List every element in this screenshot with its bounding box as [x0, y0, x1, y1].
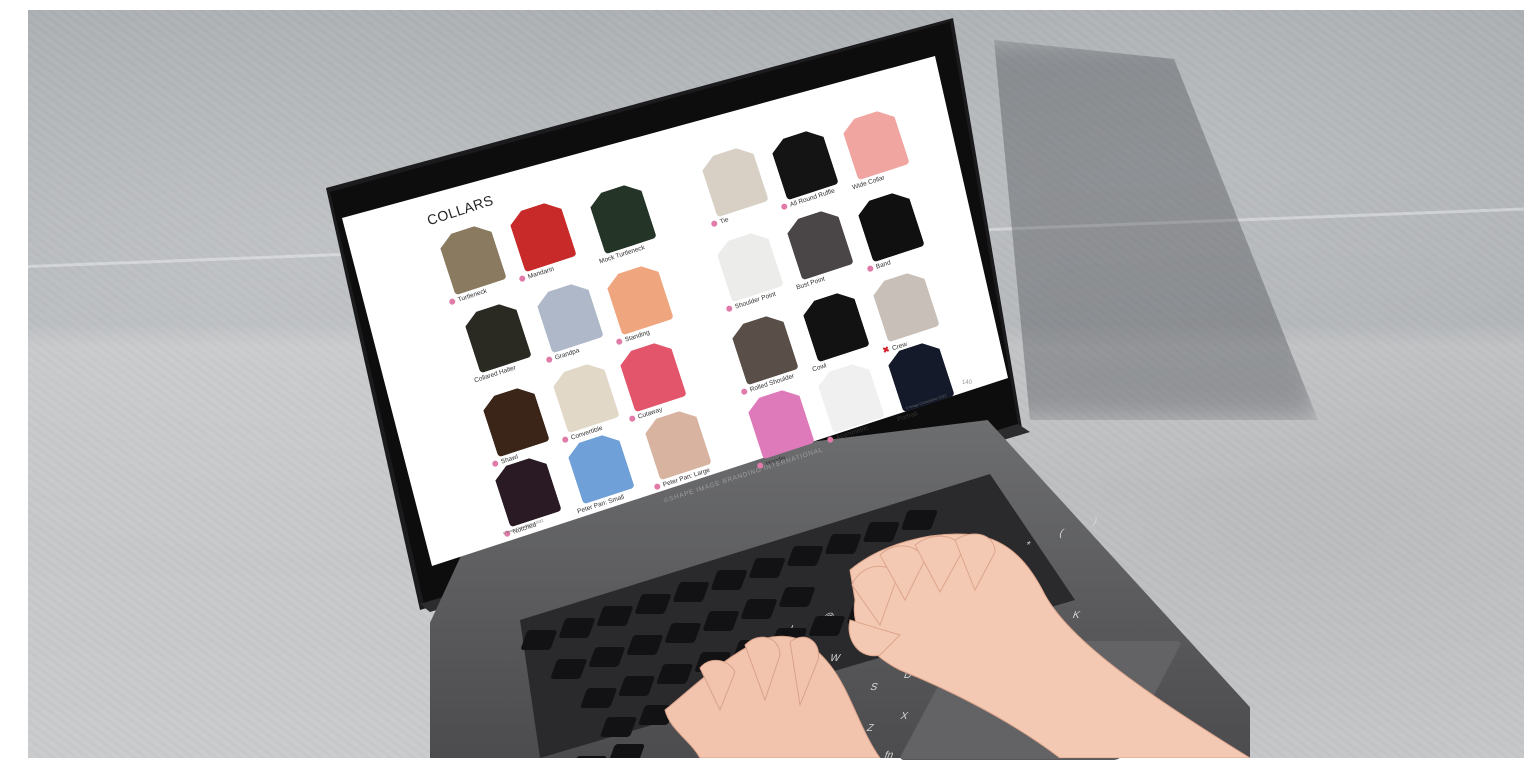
hands [664, 533, 1251, 758]
left-hand [664, 635, 881, 758]
right-hand [848, 533, 1251, 758]
